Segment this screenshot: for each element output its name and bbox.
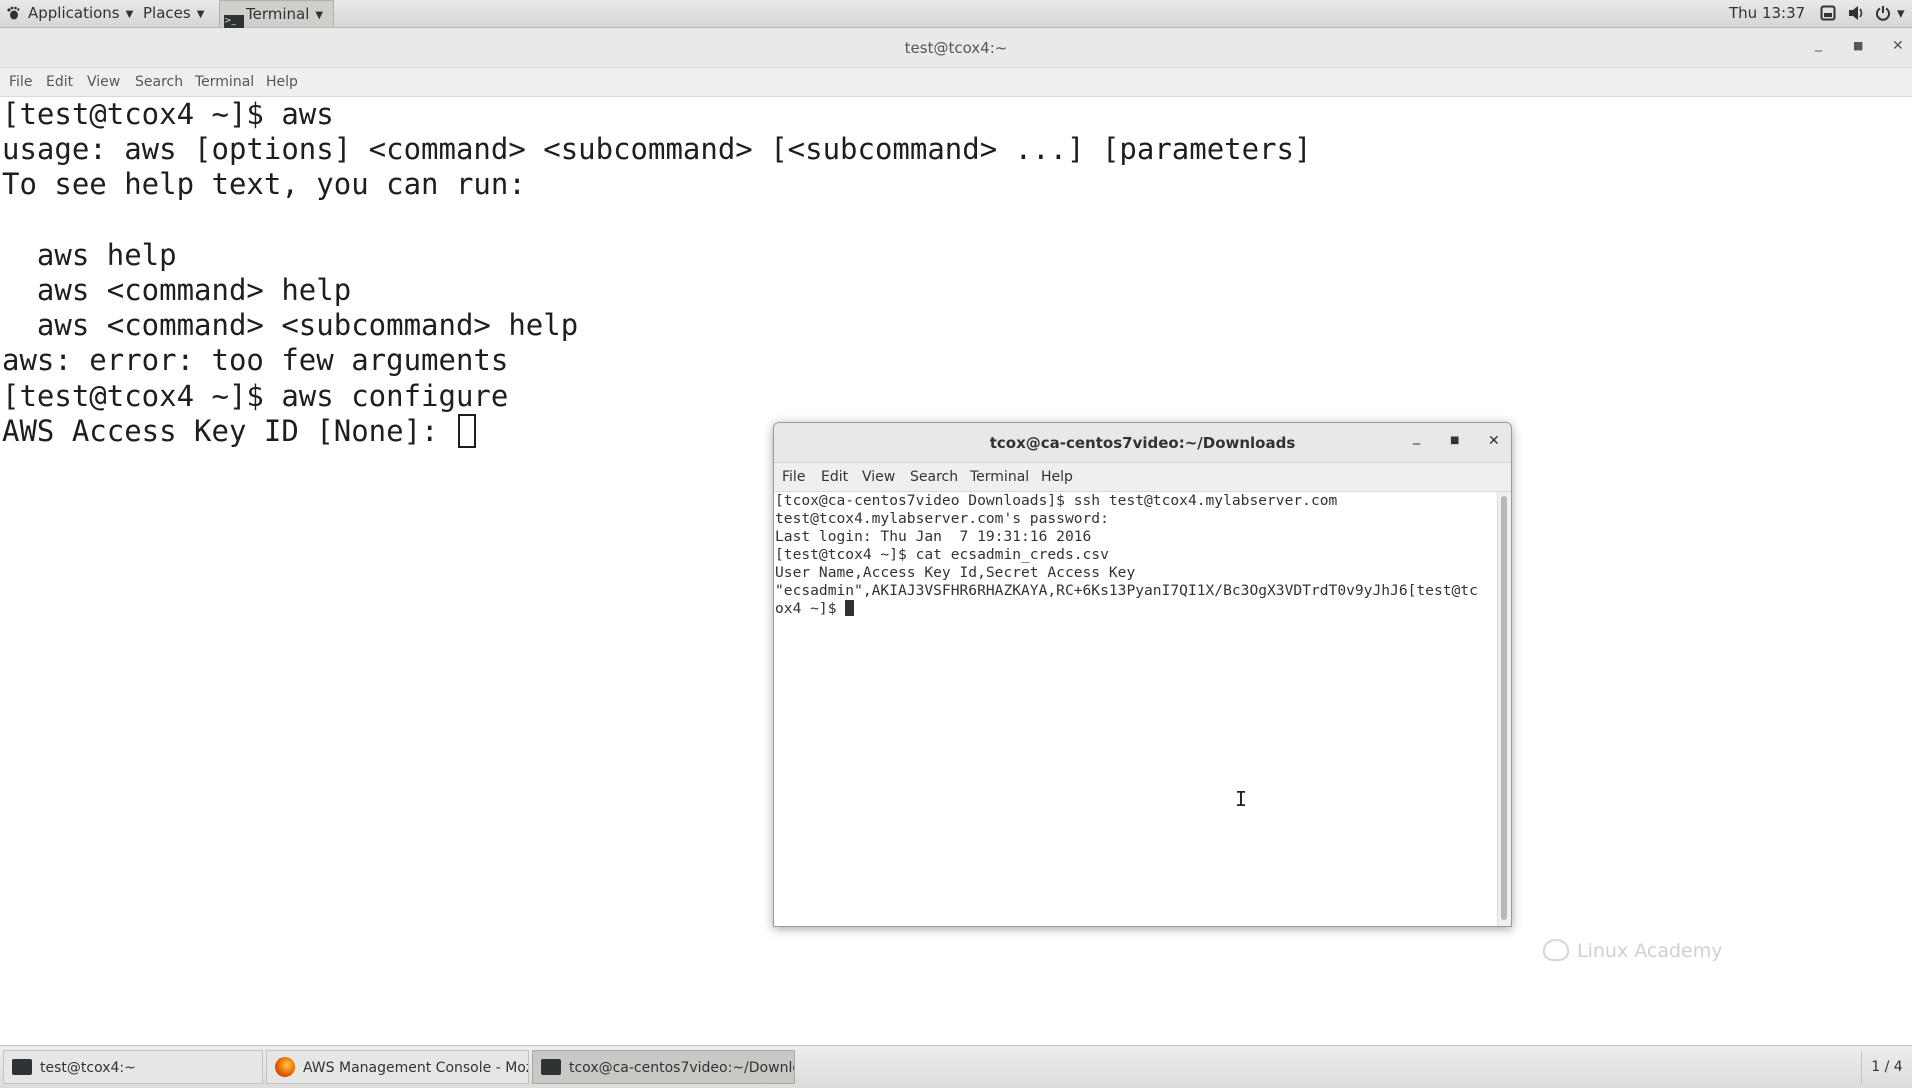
terminal-icon: [12, 1059, 32, 1075]
minimize-icon[interactable]: _: [1815, 36, 1822, 52]
terminal-line: aws <command> help: [2, 272, 352, 307]
watermark: Linux Academy: [1543, 939, 1723, 962]
main-window-title: test@tcox4:~: [904, 39, 1008, 57]
close-icon[interactable]: ✕: [1892, 38, 1904, 54]
terminal-cursor: [457, 413, 476, 448]
terminal-line: aws <command> <subcommand> help: [2, 308, 579, 343]
terminal-prompt-line[interactable]: ox4 ~]$: [774, 600, 1496, 618]
access-key-prompt: AWS Access Key ID [None]:: [2, 413, 456, 448]
menu-file[interactable]: File: [782, 463, 805, 491]
terminal-line: To see help text, you can run:: [2, 167, 526, 202]
chevron-down-icon: ▼: [315, 10, 324, 21]
terminal-line: [tcox@ca-centos7video Downloads]$ ssh te…: [775, 492, 1338, 509]
menu-help[interactable]: Help: [266, 68, 298, 96]
terminal-line: usage: aws [options] <command> <subcomma…: [2, 132, 1312, 167]
top-panel: Applications ▼ Places ▼ >_ Terminal ▼ Thu 13…: [0, 0, 1912, 35]
menu-file[interactable]: File: [9, 68, 32, 96]
taskbar-item-main-terminal[interactable]: test@tcox4:~: [3, 1050, 263, 1084]
scrollbar-thumb[interactable]: [1501, 496, 1507, 920]
terminal-icon: [541, 1059, 561, 1075]
popup-window-menubar: File Edit View Search Terminal Help: [774, 463, 1511, 492]
places-menu[interactable]: Places ▼: [143, 0, 204, 27]
menu-help[interactable]: Help: [1041, 463, 1073, 491]
main-window-menubar: File Edit View Search Terminal Help: [0, 68, 1912, 97]
popup-terminal-window[interactable]: tcox@ca-centos7video:~/Downloads _ ■ ✕ F…: [773, 422, 1512, 927]
chevron-down-icon: ▼: [196, 9, 205, 20]
taskbar: test@tcox4:~ AWS Management Console - Mo…: [0, 1045, 1912, 1088]
menu-terminal[interactable]: Terminal: [970, 463, 1029, 491]
terminal-line: [test@tcox4 ~]$ aws configure: [2, 378, 509, 413]
menu-search[interactable]: Search: [135, 68, 183, 96]
taskbar-item-popup-terminal[interactable]: tcox@ca-centos7video:~/Downlo...: [532, 1050, 795, 1084]
terminal-line: "ecsadmin",AKIAJ3VSFHR6RHAZKAYA,RC+6Ks13…: [775, 582, 1478, 599]
close-icon[interactable]: ✕: [1488, 433, 1500, 449]
menu-view[interactable]: View: [87, 68, 120, 96]
volume-icon[interactable]: [1848, 5, 1866, 21]
taskbar-item-label: test@tcox4:~: [40, 1060, 136, 1076]
terminal-line: User Name,Access Key Id,Secret Access Ke…: [775, 564, 1136, 581]
clock[interactable]: Thu 13:37: [1729, 0, 1805, 27]
terminal-line: Last login: Thu Jan 7 19:31:16 2016: [775, 528, 1092, 545]
linux-academy-logo-icon: [1543, 939, 1569, 961]
shell-prompt: ox4 ~]$: [775, 600, 846, 617]
firefox-icon: [275, 1057, 295, 1077]
chevron-down-icon: ▼: [125, 9, 134, 20]
popup-scrollbar[interactable]: [1497, 492, 1511, 926]
terminal-cursor: [845, 600, 855, 616]
maximize-icon[interactable]: ■: [1853, 39, 1863, 52]
terminal-line: aws help: [2, 237, 177, 272]
popup-terminal-output[interactable]: [tcox@ca-centos7video Downloads]$ ssh te…: [774, 492, 1496, 926]
main-window-titlebar[interactable]: test@tcox4:~ _ ■ ✕: [0, 28, 1912, 68]
screen-icon[interactable]: [1820, 5, 1836, 21]
menu-search[interactable]: Search: [910, 463, 958, 491]
maximize-icon[interactable]: ■: [1450, 435, 1459, 446]
terminal-app-menu[interactable]: >_ Terminal ▼: [219, 0, 335, 35]
gnome-foot-icon: [7, 6, 20, 20]
chevron-down-icon[interactable]: ▾: [1897, 4, 1905, 22]
popup-window-title: tcox@ca-centos7video:~/Downloads: [989, 434, 1296, 452]
places-label: Places: [143, 4, 191, 22]
taskbar-item-label: AWS Management Console - Mozi...: [303, 1060, 529, 1076]
taskbar-item-label: tcox@ca-centos7video:~/Downlo...: [569, 1060, 795, 1076]
menu-view[interactable]: View: [862, 463, 895, 491]
terminal-line: aws: error: too few arguments: [2, 343, 509, 378]
watermark-text: Linux Academy: [1577, 940, 1723, 962]
terminal-app-label: Terminal: [246, 5, 310, 23]
menu-edit[interactable]: Edit: [46, 68, 73, 96]
menu-terminal[interactable]: Terminal: [195, 68, 254, 96]
terminal-line: test@tcox4.mylabserver.com's password:: [775, 510, 1109, 527]
terminal-line: [test@tcox4 ~]$ cat ecsadmin_creds.csv: [775, 546, 1109, 563]
text-cursor-icon: I: [1235, 787, 1248, 811]
terminal-line: [test@tcox4 ~]$ aws: [2, 97, 334, 131]
popup-window-titlebar[interactable]: tcox@ca-centos7video:~/Downloads _ ■ ✕: [774, 423, 1511, 463]
menu-edit[interactable]: Edit: [821, 463, 848, 491]
minimize-icon[interactable]: _: [1413, 429, 1420, 445]
taskbar-item-firefox[interactable]: AWS Management Console - Mozi...: [266, 1050, 529, 1084]
applications-menu[interactable]: Applications ▼: [6, 0, 133, 27]
applications-label: Applications: [28, 4, 120, 22]
power-icon[interactable]: [1875, 5, 1891, 21]
workspace-switcher[interactable]: 1 / 4: [1861, 1050, 1912, 1084]
